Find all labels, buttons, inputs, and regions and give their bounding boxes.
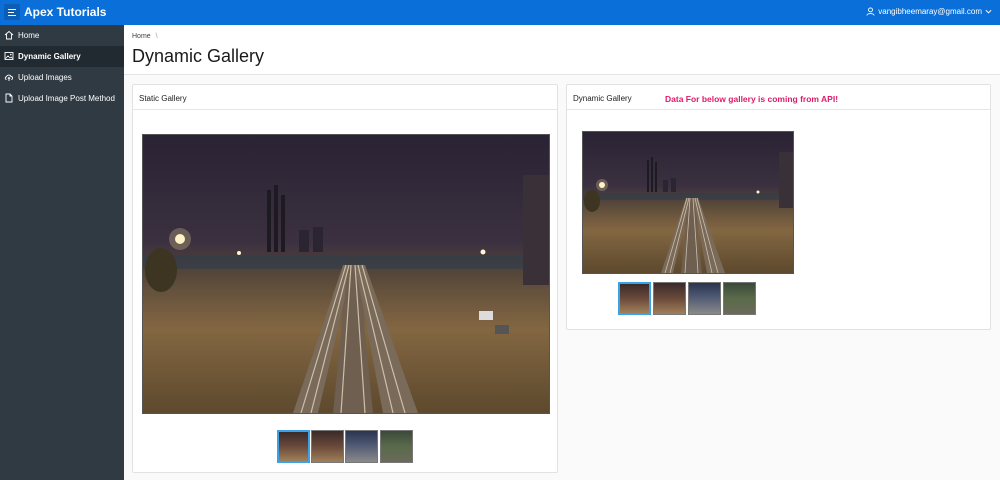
sidebar-item-label: Upload Image Post Method: [18, 94, 115, 103]
sidebar-item-upload-images[interactable]: Upload Images: [0, 67, 124, 88]
page-header: Home \ Dynamic Gallery: [124, 25, 1000, 75]
sidebar-item-home[interactable]: Home: [0, 25, 124, 46]
sidebar-item-label: Home: [18, 31, 40, 40]
file-icon: [5, 93, 13, 103]
chevron-down-icon: [985, 9, 992, 14]
gallery-thumbnail[interactable]: [723, 282, 756, 315]
railway-night-illustration: [143, 175, 549, 414]
breadcrumb: Home \: [132, 33, 158, 40]
sidebar-nav: Home Dynamic Gallery Upload Images Uploa…: [0, 25, 124, 480]
sidebar-item-label: Upload Images: [18, 73, 72, 82]
gallery-thumbnail[interactable]: [380, 430, 413, 463]
image-icon: [4, 52, 14, 60]
region-header: Dynamic Gallery Data For below gallery i…: [567, 85, 990, 110]
hamburger-menu-icon[interactable]: [4, 4, 20, 20]
gallery-thumbnail[interactable]: [618, 282, 651, 315]
gallery-main-image[interactable]: [142, 134, 550, 414]
gallery-thumbnail[interactable]: [688, 282, 721, 315]
sidebar-item-upload-image-post-method[interactable]: Upload Image Post Method: [0, 88, 124, 109]
gallery-thumbnail[interactable]: [277, 430, 310, 463]
home-icon: [4, 30, 14, 40]
gallery-thumbnail[interactable]: [345, 430, 378, 463]
region-title: Static Gallery: [139, 94, 187, 103]
breadcrumb-separator: \: [155, 33, 158, 40]
app-title[interactable]: Apex Tutorials: [24, 5, 106, 19]
breadcrumb-home-link[interactable]: Home: [132, 33, 151, 40]
gallery-thumbnail[interactable]: [653, 282, 686, 315]
static-gallery-region: Static Gallery: [132, 84, 558, 473]
user-menu[interactable]: vangibheemaray@gmail.com: [866, 7, 992, 16]
sidebar-item-label: Dynamic Gallery: [18, 52, 81, 61]
top-header: Apex Tutorials vangibheemaray@gmail.com: [0, 0, 1000, 25]
user-icon: [866, 7, 875, 16]
gallery-main-image[interactable]: [582, 131, 794, 274]
page-title: Dynamic Gallery: [132, 46, 265, 66]
sidebar-item-dynamic-gallery[interactable]: Dynamic Gallery: [0, 46, 124, 67]
api-note: Data For below gallery is coming from AP…: [665, 94, 839, 104]
region-title: Dynamic Gallery: [573, 94, 632, 103]
user-email: vangibheemaray@gmail.com: [878, 7, 982, 16]
region-header: Static Gallery: [133, 85, 557, 110]
railway-night-illustration: [583, 152, 793, 274]
dynamic-gallery-region: Dynamic Gallery Data For below gallery i…: [566, 84, 991, 330]
cloud-upload-icon: [4, 74, 14, 81]
gallery-thumbnail[interactable]: [311, 430, 344, 463]
